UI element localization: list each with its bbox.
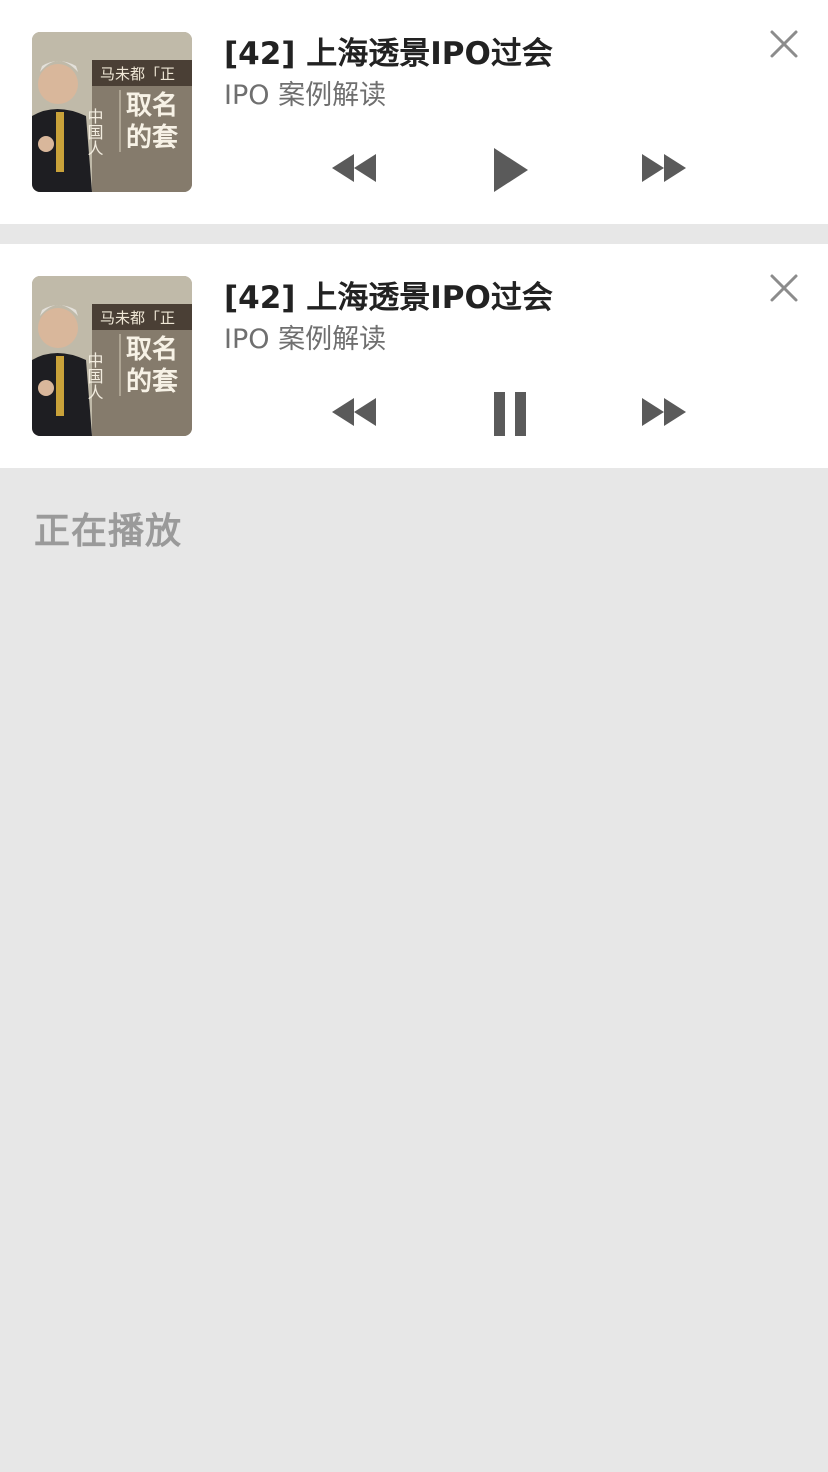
rewind-icon[interactable] (330, 150, 378, 186)
track-subtitle: IPO 案例解读 (224, 80, 387, 111)
track-title: [42] 上海透景IPO过会 (224, 36, 553, 72)
cover-line1: 马未都「正 (100, 65, 175, 83)
cover-art: 马未都「正 中国人 取名 的套 (32, 276, 192, 436)
cover-main2: 的套 (126, 366, 179, 397)
player-card-paused: 马未都「正 中国人 取名 的套 [42] 上海透景IPO过会 IPO 案例解读 (0, 0, 828, 224)
track-subtitle: IPO 案例解读 (224, 324, 387, 355)
close-icon[interactable] (766, 270, 802, 306)
cover-side: 中国人 (85, 352, 104, 400)
cover-main2: 的套 (126, 122, 179, 153)
close-icon[interactable] (766, 26, 802, 62)
cover-art: 马未都「正 中国人 取名 的套 (32, 32, 192, 192)
cover-main1: 取名 (126, 334, 178, 365)
rewind-icon[interactable] (330, 394, 378, 430)
pause-icon[interactable] (490, 390, 530, 438)
cover-line1: 马未都「正 (100, 309, 175, 327)
album-cover[interactable]: 马未都「正 中国人 取名 的套 (32, 32, 192, 192)
player-card-playing: 马未都「正 中国人 取名 的套 [42] 上海透景IPO过会 IPO 案例解读 (0, 244, 828, 468)
fast-forward-icon[interactable] (640, 394, 688, 430)
fast-forward-icon[interactable] (640, 150, 688, 186)
album-cover[interactable]: 马未都「正 中国人 取名 的套 (32, 276, 192, 436)
now-playing-label: 正在播放 (34, 511, 183, 552)
track-title: [42] 上海透景IPO过会 (224, 280, 553, 316)
play-icon[interactable] (490, 146, 530, 194)
cover-main1: 取名 (126, 90, 178, 121)
cover-side: 中国人 (85, 108, 104, 156)
